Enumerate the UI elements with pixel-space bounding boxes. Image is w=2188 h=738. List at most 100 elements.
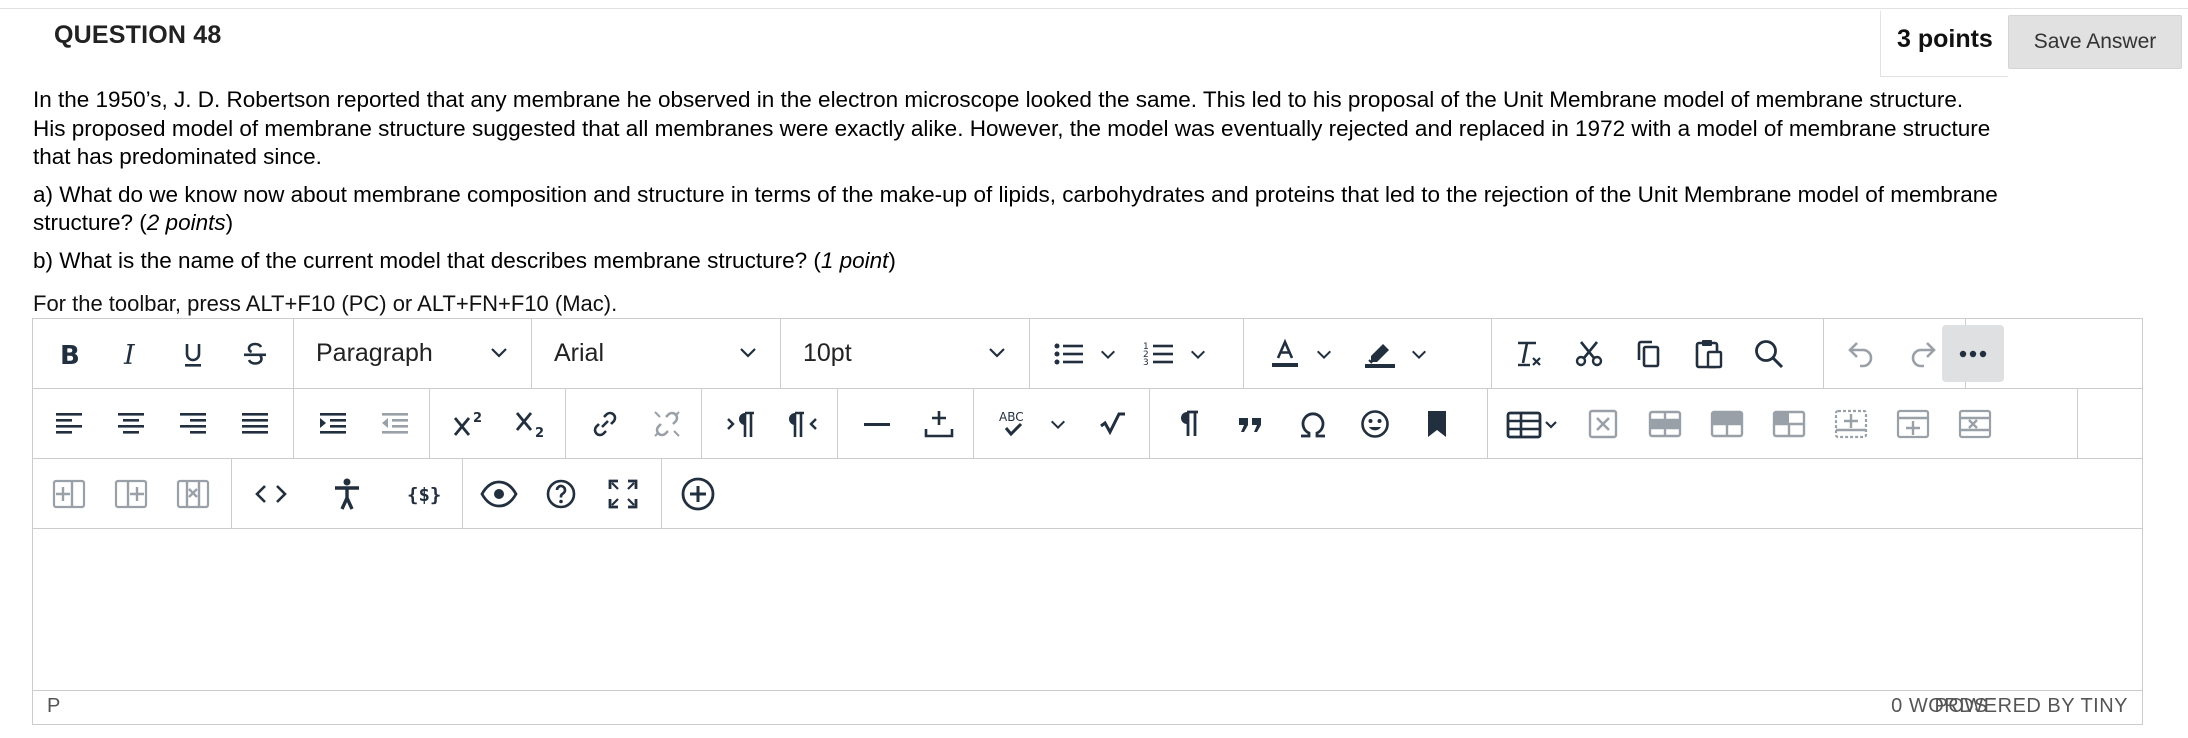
justify-button[interactable] bbox=[226, 395, 284, 452]
font-size-dropdown[interactable]: 10pt bbox=[781, 319, 1029, 388]
text-color-button[interactable] bbox=[1256, 325, 1314, 382]
highlight-options-button[interactable] bbox=[1407, 319, 1431, 388]
special-character-button[interactable] bbox=[1284, 395, 1342, 452]
outdent-button[interactable] bbox=[366, 395, 424, 452]
bookmark-button[interactable] bbox=[1408, 395, 1466, 452]
fullscreen-button[interactable] bbox=[594, 465, 652, 522]
question-text: In the 1950’s, J. D. Robertson reported … bbox=[33, 86, 2153, 284]
direction-group bbox=[702, 389, 838, 458]
subscript-icon: 2 bbox=[515, 411, 544, 439]
link-icon bbox=[593, 411, 617, 436]
align-left-button[interactable] bbox=[40, 395, 98, 452]
cut-button[interactable] bbox=[1560, 325, 1618, 382]
find-replace-button[interactable] bbox=[1740, 325, 1798, 382]
text-color-icon bbox=[1272, 338, 1298, 367]
template-button[interactable]: {$} bbox=[394, 465, 452, 522]
row-properties-button[interactable] bbox=[1636, 395, 1694, 452]
insert-group bbox=[838, 389, 974, 458]
show-blocks-button[interactable] bbox=[1160, 395, 1218, 452]
bullet-list-icon bbox=[1054, 343, 1083, 364]
clear-formatting-button[interactable] bbox=[1500, 325, 1558, 382]
powered-by-link[interactable]: POWERED BY TINY bbox=[1935, 695, 2128, 718]
question-part-b: b) What is the name of the current model… bbox=[33, 247, 2153, 276]
svg-text:B: B bbox=[60, 341, 80, 369]
element-path[interactable]: P bbox=[47, 695, 60, 718]
align-right-button[interactable] bbox=[164, 395, 222, 452]
spellcheck-options-button[interactable] bbox=[1046, 389, 1070, 458]
part-a-suffix: ) bbox=[225, 210, 234, 235]
ltr-button[interactable] bbox=[712, 395, 770, 452]
copy-button[interactable] bbox=[1620, 325, 1678, 382]
math-button[interactable] bbox=[1084, 395, 1142, 452]
insert-column-before-button[interactable] bbox=[40, 465, 98, 522]
table-icon bbox=[1506, 411, 1557, 438]
font-family-dropdown[interactable]: Arial bbox=[532, 319, 780, 388]
table-group bbox=[1488, 389, 2078, 458]
block-format-dropdown[interactable]: Paragraph bbox=[294, 319, 531, 388]
add-content-button[interactable] bbox=[669, 465, 727, 522]
indent-button[interactable] bbox=[304, 395, 362, 452]
align-left-icon bbox=[56, 412, 82, 434]
horizontal-rule-button[interactable] bbox=[848, 395, 906, 452]
rtl-button[interactable] bbox=[774, 395, 832, 452]
insert-row-after-button[interactable] bbox=[1884, 395, 1942, 452]
view-group bbox=[463, 459, 662, 528]
delete-column-button[interactable] bbox=[164, 465, 222, 522]
toolbar-hint: For the toolbar, press ALT+F10 (PC) or A… bbox=[33, 291, 618, 316]
superscript-button[interactable]: 2 bbox=[440, 395, 498, 452]
help-button[interactable] bbox=[532, 465, 590, 522]
delete-row-button[interactable] bbox=[1946, 395, 2004, 452]
insert-special-group bbox=[1150, 389, 1488, 458]
accessibility-checker-button[interactable] bbox=[318, 465, 376, 522]
copy-icon bbox=[1637, 340, 1660, 367]
more-button[interactable] bbox=[1942, 325, 2004, 382]
align-center-button[interactable] bbox=[102, 395, 160, 452]
emoji-button[interactable] bbox=[1346, 395, 1404, 452]
numbered-list-options-button[interactable] bbox=[1186, 319, 1210, 388]
chevron-down-icon bbox=[1190, 350, 1206, 359]
undo-button[interactable] bbox=[1832, 325, 1890, 382]
unlink-icon bbox=[654, 410, 680, 437]
blockquote-button[interactable] bbox=[1222, 395, 1280, 452]
spellcheck-group: ABC bbox=[974, 389, 1150, 458]
insert-link-button[interactable] bbox=[576, 395, 634, 452]
insert-column-after-icon bbox=[114, 479, 148, 508]
insert-column-after-button[interactable] bbox=[102, 465, 160, 522]
highlight-button[interactable] bbox=[1351, 325, 1409, 382]
template-icon: {$} bbox=[407, 484, 440, 506]
numbered-list-button[interactable]: 123 bbox=[1130, 325, 1188, 382]
delete-table-button[interactable] bbox=[1574, 395, 1632, 452]
bold-button[interactable]: B bbox=[40, 325, 98, 382]
insert-row-before-button[interactable] bbox=[1822, 395, 1880, 452]
preview-button[interactable] bbox=[470, 465, 528, 522]
editor-content-area[interactable] bbox=[33, 529, 2142, 690]
cell-properties-button[interactable] bbox=[1698, 395, 1756, 452]
paste-button[interactable] bbox=[1680, 325, 1738, 382]
italic-button[interactable]: I bbox=[102, 325, 160, 382]
bullet-list-button[interactable] bbox=[1040, 325, 1098, 382]
merge-cells-button[interactable] bbox=[1760, 395, 1818, 452]
insert-column-before-icon bbox=[52, 479, 86, 508]
cell-props-icon bbox=[1710, 410, 1744, 437]
font-family-group: Arial bbox=[532, 319, 781, 388]
save-answer-button[interactable]: Save Answer bbox=[2008, 15, 2182, 69]
question-points: 3 points bbox=[1897, 25, 1993, 53]
accessibility-icon bbox=[335, 478, 359, 510]
text-color-options-button[interactable] bbox=[1312, 319, 1336, 388]
column-group bbox=[33, 459, 232, 528]
spellcheck-button[interactable]: ABC bbox=[984, 395, 1042, 452]
block-format-label: Paragraph bbox=[316, 339, 433, 367]
intro-line-2: His proposed model of membrane structure… bbox=[33, 115, 1991, 141]
remove-link-button[interactable] bbox=[638, 395, 696, 452]
table-button[interactable] bbox=[1498, 395, 1570, 452]
align-right-icon bbox=[180, 412, 206, 434]
plus-minus-button[interactable] bbox=[910, 395, 968, 452]
fullscreen-icon bbox=[608, 479, 638, 508]
clear-formatting-icon bbox=[1518, 341, 1541, 366]
question-header: QUESTION 48 3 points Save Answer bbox=[0, 9, 2188, 77]
underline-button[interactable] bbox=[164, 325, 222, 382]
strikethrough-button[interactable] bbox=[226, 325, 284, 382]
subscript-button[interactable]: 2 bbox=[502, 395, 560, 452]
source-code-button[interactable] bbox=[242, 465, 300, 522]
bullet-list-options-button[interactable] bbox=[1096, 319, 1120, 388]
